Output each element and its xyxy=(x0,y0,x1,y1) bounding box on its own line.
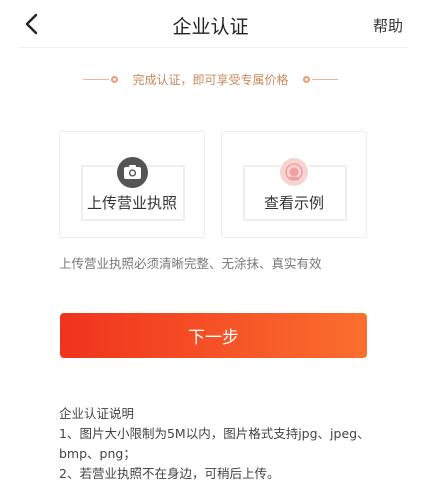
camera-icon-wrap xyxy=(116,156,148,188)
badge-icon-wrap xyxy=(278,156,310,188)
upload-license-label: 上传营业执照 xyxy=(86,194,177,212)
view-sample-label: 查看示例 xyxy=(263,194,324,212)
camera-icon xyxy=(123,165,141,179)
help-link[interactable]: 帮助 xyxy=(373,15,403,36)
promo-text: 完成认证，即可享受专属价格 xyxy=(132,72,289,87)
view-sample-card[interactable]: 查看示例 xyxy=(221,131,367,238)
instructions-line: 1、图片大小限制为5M以内，图片格式支持jpg、jpeg、bmp、png； xyxy=(59,426,370,461)
upload-notice: 上传营业执照必须清晰完整、无涂抹、真实有效 xyxy=(59,256,322,271)
upload-license-card[interactable]: 上传营业执照 xyxy=(59,131,205,238)
page-title: 企业认证 xyxy=(172,16,249,38)
promo-banner: 完成认证，即可享受专属价格 xyxy=(0,70,421,88)
promo-deco-left xyxy=(83,75,119,83)
instructions-title: 企业认证说明 xyxy=(59,406,135,421)
promo-deco-right xyxy=(302,75,338,83)
instructions: 企业认证说明 1、图片大小限制为5M以内，图片格式支持jpg、jpeg、bmp、… xyxy=(59,404,379,484)
header: 企业认证 帮助 xyxy=(0,0,421,48)
header-divider xyxy=(18,47,409,48)
instructions-line: 2、若营业执照不在身边，可稍后上传。 xyxy=(59,466,280,481)
badge-icon xyxy=(285,163,303,181)
next-step-button[interactable]: 下一步 xyxy=(60,313,367,358)
